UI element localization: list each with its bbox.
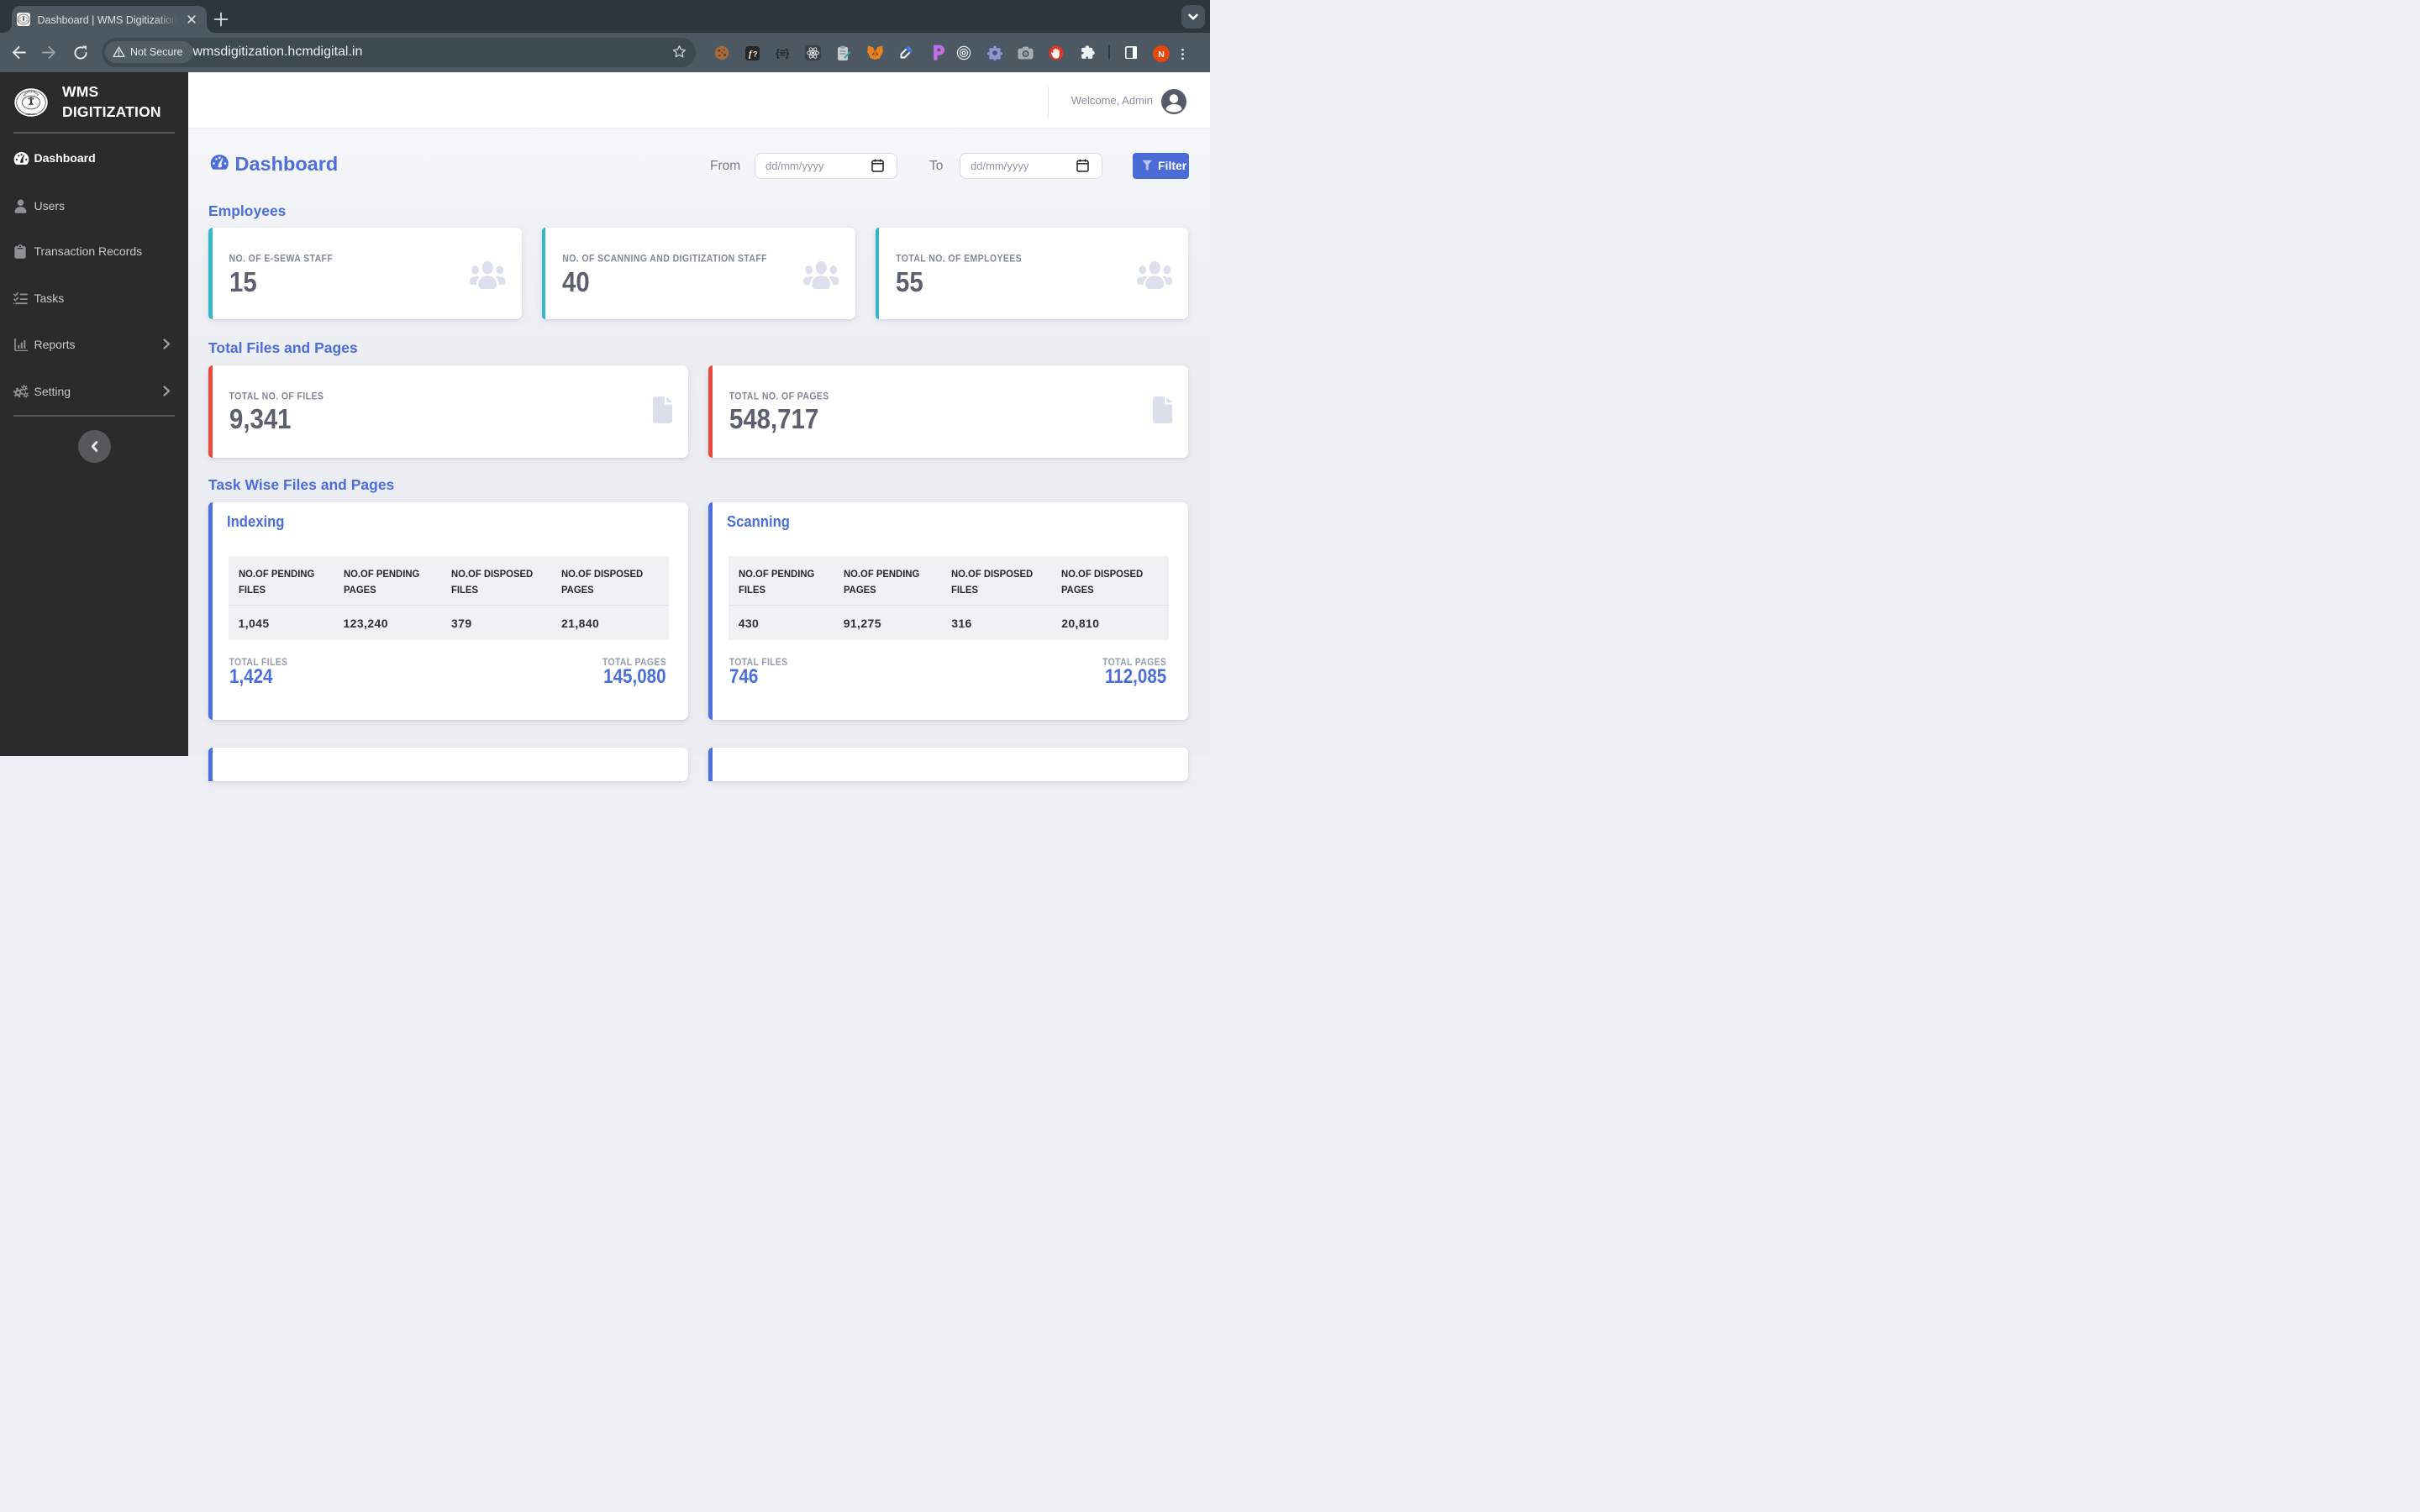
svg-text:?: ? [753,50,758,58]
svg-text:• IMPHAL •: • IMPHAL • [24,113,37,116]
svg-text:{: { [776,48,780,60]
svg-text:N: N [1158,50,1165,60]
svg-text:}: } [785,48,789,60]
